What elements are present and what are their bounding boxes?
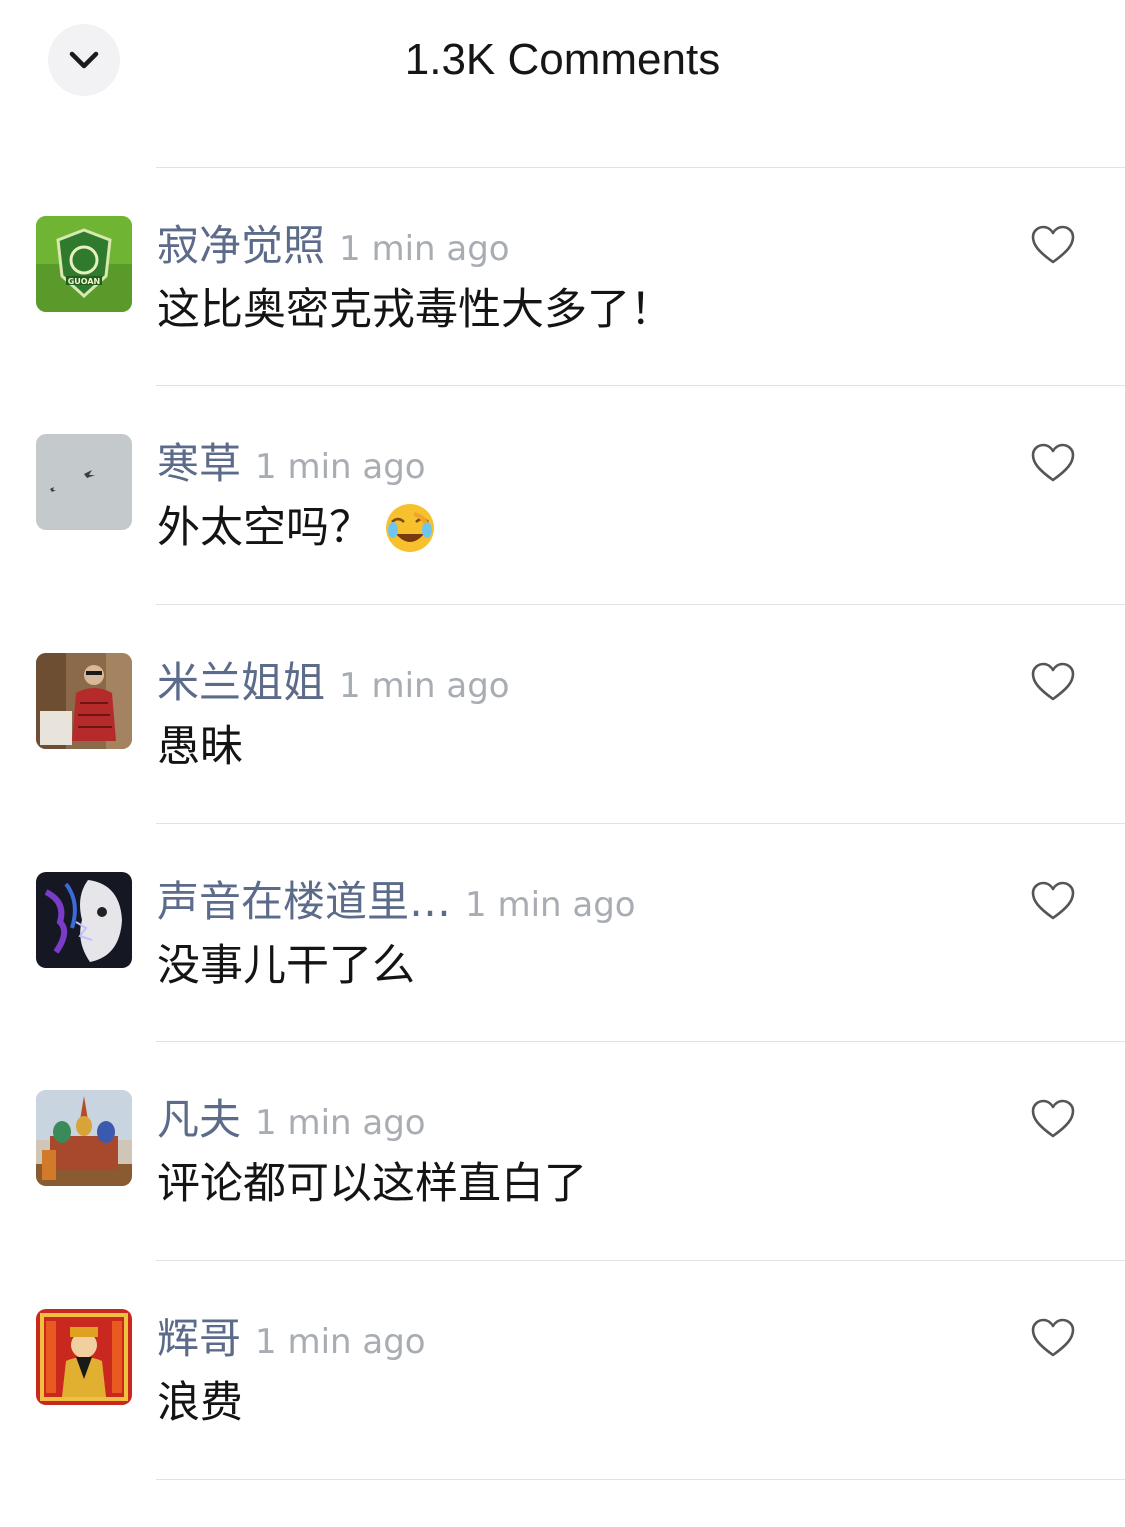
heart-icon[interactable] [1030,880,1076,922]
timestamp: 1 min ago [255,1322,426,1362]
divider [156,604,1125,605]
avatar[interactable] [36,872,132,968]
comment-meta: 寂净觉照 1 min ago [157,218,510,274]
username[interactable]: 辉哥 [157,1311,241,1367]
comment-text: 这比奥密克戎毒性大多了！ [157,285,673,335]
avatar[interactable] [36,653,132,749]
heart-icon[interactable] [1030,1317,1076,1359]
comment-item: 声音在楼道里… 1 min ago 没事儿干了么 [0,872,1125,1090]
comment-meta: 声音在楼道里… 1 min ago [157,874,636,930]
divider [156,385,1125,386]
username[interactable]: 寂净觉照 [157,218,325,274]
avatar[interactable] [36,1309,132,1405]
page-title: 1.3K Comments [404,35,721,84]
timestamp: 1 min ago [255,1103,426,1143]
avatar[interactable]: GUOAN [36,216,132,312]
username[interactable]: 凡夫 [157,1092,241,1148]
comment-item: 凡夫 1 min ago 评论都可以这样直白了 [0,1090,1125,1308]
avatar[interactable] [36,434,132,530]
comment-text: 愚昧 [157,722,243,772]
laughing-crying-emoji-icon [386,504,434,552]
divider [156,1479,1125,1480]
comment-text: 没事儿干了么 [157,941,415,991]
divider [156,167,1125,168]
svg-text:GUOAN: GUOAN [68,277,101,286]
comments-header: 1.3K Comments [0,0,1125,120]
comment-meta: 寒草 1 min ago [157,436,426,492]
comment-text: 外太空吗？ [157,498,436,558]
heart-icon[interactable] [1030,1098,1076,1140]
heart-icon[interactable] [1030,224,1076,266]
comment-item: 辉哥 1 min ago 浪费 [0,1309,1125,1527]
avatar[interactable] [36,1090,132,1186]
comment-text: 浪费 [157,1378,243,1428]
username[interactable]: 寒草 [157,436,241,492]
heart-icon[interactable] [1030,442,1076,484]
comment-item: 寒草 1 min ago 外太空吗？ [0,434,1125,652]
comment-item: GUOAN 寂净觉照 1 min ago 这比奥密克戎毒性大多了！ [0,216,1125,434]
timestamp: 1 min ago [465,885,636,925]
username[interactable]: 声音在楼道里… [157,874,451,930]
comment-text: 评论都可以这样直白了 [157,1159,587,1209]
comment-meta: 凡夫 1 min ago [157,1092,426,1148]
heart-icon[interactable] [1030,661,1076,703]
username[interactable]: 米兰姐姐 [157,655,325,711]
comment-item: 米兰姐姐 1 min ago 愚昧 [0,653,1125,871]
divider [156,823,1125,824]
divider [156,1041,1125,1042]
comment-meta: 米兰姐姐 1 min ago [157,655,510,711]
timestamp: 1 min ago [339,666,510,706]
comment-meta: 辉哥 1 min ago [157,1311,426,1367]
divider [156,1260,1125,1261]
timestamp: 1 min ago [255,447,426,487]
timestamp: 1 min ago [339,229,510,269]
comment-text-content: 外太空吗？ [157,503,372,553]
